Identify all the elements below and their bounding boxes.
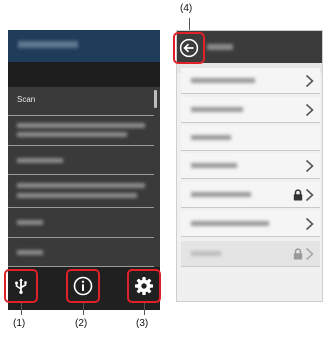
chevron-right-icon bbox=[305, 159, 314, 173]
callout-number-4: (4) bbox=[180, 3, 193, 14]
settings-row-label-blurred bbox=[191, 135, 231, 140]
left-title-bar bbox=[8, 30, 160, 62]
back-arrow-icon bbox=[179, 38, 199, 58]
menu-item-label-blurred bbox=[17, 123, 145, 128]
left-sub-bar bbox=[8, 62, 160, 87]
menu-item-scan[interactable]: Scan bbox=[8, 87, 154, 116]
settings-row-label-blurred bbox=[191, 107, 243, 112]
settings-row-4[interactable] bbox=[181, 153, 320, 179]
settings-row-label-blurred bbox=[191, 192, 251, 197]
callout-leader-2 bbox=[83, 303, 84, 315]
settings-row-2[interactable] bbox=[181, 97, 320, 123]
scrollbar[interactable] bbox=[154, 90, 157, 108]
callout-number-3: (3) bbox=[136, 318, 149, 329]
chevron-right-icon bbox=[305, 217, 314, 231]
settings-row-label-blurred bbox=[191, 163, 237, 168]
menu-item-label: Scan bbox=[17, 95, 36, 104]
chevron-right-icon bbox=[305, 103, 314, 117]
callout-leader-4 bbox=[189, 18, 190, 30]
menu-item-6[interactable] bbox=[8, 238, 154, 267]
settings-row-label-blurred bbox=[191, 78, 255, 83]
settings-row-label-blurred bbox=[191, 221, 269, 226]
menu-item-5[interactable] bbox=[8, 208, 154, 238]
callout-leader-3 bbox=[144, 303, 145, 315]
menu-item-label-blurred bbox=[17, 193, 137, 198]
callout-number-1: (1) bbox=[13, 318, 26, 329]
menu-item-3[interactable] bbox=[8, 146, 154, 175]
back-button[interactable] bbox=[173, 32, 205, 64]
menu-item-2[interactable] bbox=[8, 116, 154, 146]
right-phone-screen bbox=[176, 30, 323, 302]
usb-icon bbox=[15, 278, 27, 294]
menu-item-label-blurred bbox=[17, 220, 43, 225]
chevron-right-icon bbox=[305, 188, 314, 202]
settings-row-6[interactable] bbox=[181, 211, 320, 237]
chevron-right-icon bbox=[305, 247, 314, 261]
right-header-title-blurred bbox=[207, 44, 233, 50]
left-menu-list: Scan bbox=[8, 87, 160, 267]
menu-item-label-blurred bbox=[17, 158, 63, 163]
settings-row-5[interactable] bbox=[181, 182, 320, 208]
chevron-right-icon bbox=[305, 74, 314, 88]
menu-item-4[interactable] bbox=[8, 175, 154, 208]
menu-item-label-blurred bbox=[17, 183, 145, 188]
callout-leader-1 bbox=[21, 303, 22, 315]
settings-row-7-disabled bbox=[181, 241, 320, 267]
info-icon bbox=[73, 276, 93, 296]
settings-row-3[interactable] bbox=[181, 125, 320, 151]
callout-number-2: (2) bbox=[75, 318, 88, 329]
settings-row-label-blurred bbox=[191, 251, 221, 256]
gear-icon bbox=[135, 277, 153, 295]
lock-icon bbox=[293, 189, 303, 201]
settings-button[interactable] bbox=[127, 269, 161, 303]
usb-button[interactable] bbox=[4, 269, 38, 303]
left-title-blurred bbox=[18, 41, 78, 48]
left-phone-screen: Scan bbox=[8, 30, 160, 310]
menu-item-label-blurred bbox=[17, 250, 43, 255]
menu-item-label-blurred bbox=[17, 132, 127, 137]
settings-row-1[interactable] bbox=[181, 68, 320, 94]
lock-icon bbox=[293, 248, 303, 260]
info-button[interactable] bbox=[66, 269, 100, 303]
